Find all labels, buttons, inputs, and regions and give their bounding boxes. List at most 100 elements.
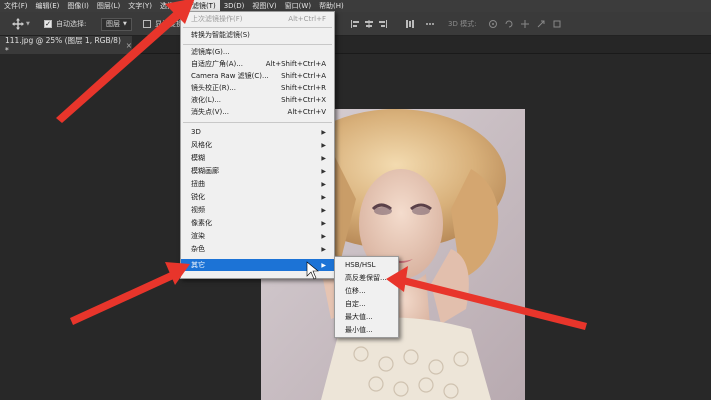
submenu-item-custom[interactable]: 自定... [335, 298, 398, 310]
menu-item-render[interactable]: 渲染 ▶ [181, 230, 334, 242]
document-tab-bar: 111.jpg @ 25% (图层 1, RGB/8) * × [0, 36, 711, 55]
close-icon[interactable]: × [126, 41, 132, 50]
menu-item-blur[interactable]: 模糊 ▶ [181, 152, 334, 164]
auto-select-label: 自动选择: [56, 20, 87, 28]
menu-item-label: 上次滤镜操作(F) [191, 15, 243, 23]
menu-item-blur-gallery[interactable]: 模糊画廊 ▶ [181, 165, 334, 177]
menu-item-label: 模糊画廊 [191, 167, 219, 175]
menu-separator [183, 27, 332, 28]
submenu-item-maximum[interactable]: 最大值... [335, 311, 398, 323]
menu-item-liquify[interactable]: 液化(L)... Shift+Ctrl+X [181, 94, 334, 106]
menu-separator [183, 44, 332, 45]
submenu-item-hsb-hsl[interactable]: HSB/HSL [335, 259, 398, 271]
filter-menu: 上次滤镜操作(F) Alt+Ctrl+F 转换为智能滤镜(S) 滤镜库(G)..… [180, 11, 335, 279]
menu-item-label: 消失点(V)... [191, 108, 229, 116]
menu-edit[interactable]: 编辑(E) [32, 0, 64, 12]
submenu-item-label: 高反差保留... [345, 274, 387, 282]
menu-item-label: 扭曲 [191, 180, 205, 188]
chevron-right-icon: ▶ [321, 245, 326, 253]
menu-bar: 文件(F) 编辑(E) 图像(I) 图层(L) 文字(Y) 选择(S) 滤镜(T… [0, 0, 711, 12]
more-options-icon[interactable] [425, 19, 435, 29]
menu-item-label: 滤镜库(G)... [191, 48, 230, 56]
menu-item-shortcut: Alt+Ctrl+F [288, 15, 326, 23]
align-right-icon[interactable] [378, 19, 388, 29]
menu-item-label: 3D [191, 128, 201, 136]
tab-document[interactable]: 111.jpg @ 25% (图层 1, RGB/8) * × [0, 36, 132, 55]
menu-item-label: 视频 [191, 206, 205, 214]
menu-item-shortcut: Alt+Shift+Ctrl+A [265, 60, 326, 68]
chevron-right-icon: ▶ [321, 128, 326, 136]
menu-item-label: 液化(L)... [191, 96, 222, 104]
menu-item-lens-correction[interactable]: 镜头校正(R)... Shift+Ctrl+R [181, 82, 334, 94]
document-tab-title: 111.jpg @ 25% (图层 1, RGB/8) * [5, 36, 121, 55]
chevron-right-icon: ▶ [321, 154, 326, 162]
chevron-right-icon: ▶ [321, 261, 326, 269]
chevron-right-icon: ▶ [321, 206, 326, 214]
menu-item-label: 镜头校正(R)... [191, 84, 237, 92]
menu-item-camera-raw[interactable]: Camera Raw 滤镜(C)... Shift+Ctrl+A [181, 70, 334, 82]
menu-item-adaptive-wide-angle[interactable]: 自适应广角(A)... Alt+Shift+Ctrl+A [181, 58, 334, 70]
menu-item-sharpen[interactable]: 锐化 ▶ [181, 191, 334, 203]
chevron-down-icon: ▼ [123, 21, 127, 27]
menu-item-shortcut: Shift+Ctrl+R [281, 84, 326, 92]
mode-3d-label: 3D 模式: [448, 20, 477, 28]
menu-item-label: 像素化 [191, 219, 212, 227]
menu-item-label: 其它 [191, 261, 205, 269]
show-transform-checkbox[interactable] [143, 20, 151, 28]
submenu-item-label: 位移... [345, 287, 366, 295]
menu-item-label: 转换为智能滤镜(S) [191, 31, 250, 39]
distribute-icon[interactable] [405, 19, 415, 29]
chevron-right-icon: ▶ [321, 180, 326, 188]
auto-select-dropdown-value: 图层 [106, 20, 120, 28]
submenu-item-label: 最小值... [345, 326, 373, 334]
menu-item-shortcut: Shift+Ctrl+A [281, 72, 326, 80]
chevron-right-icon: ▶ [321, 141, 326, 149]
menu-item-filter-gallery[interactable]: 滤镜库(G)... [181, 46, 334, 58]
menu-file[interactable]: 文件(F) [0, 0, 32, 12]
3d-slide-icon[interactable] [536, 19, 546, 29]
menu-image[interactable]: 图像(I) [63, 0, 93, 12]
menu-item-noise[interactable]: 杂色 ▶ [181, 243, 334, 255]
submenu-item-label: 自定... [345, 300, 366, 308]
move-tool-icon[interactable]: ▼ [12, 12, 30, 36]
menu-item-label: 渲染 [191, 232, 205, 240]
3d-roll-icon[interactable] [504, 19, 514, 29]
menu-item-stylize[interactable]: 风格化 ▶ [181, 139, 334, 151]
menu-item-distort[interactable]: 扭曲 ▶ [181, 178, 334, 190]
menu-layer[interactable]: 图层(L) [93, 0, 124, 12]
menu-item-vanishing-point[interactable]: 消失点(V)... Alt+Ctrl+V [181, 106, 334, 118]
menu-item-shortcut: Shift+Ctrl+X [281, 96, 326, 104]
align-center-icon[interactable] [364, 19, 374, 29]
auto-select-checkbox[interactable]: ✓ [44, 20, 52, 28]
menu-item-convert-smart-filter[interactable]: 转换为智能滤镜(S) [181, 29, 334, 41]
menu-item-3d[interactable]: 3D ▶ [181, 126, 334, 138]
chevron-right-icon: ▶ [321, 167, 326, 175]
menu-item-label: 模糊 [191, 154, 205, 162]
submenu-item-minimum[interactable]: 最小值... [335, 324, 398, 336]
submenu-item-label: 最大值... [345, 313, 373, 321]
chevron-right-icon: ▶ [321, 219, 326, 227]
chevron-right-icon: ▶ [321, 193, 326, 201]
menu-item-label: 锐化 [191, 193, 205, 201]
menu-item-label: 杂色 [191, 245, 205, 253]
submenu-item-high-pass[interactable]: 高反差保留... [335, 272, 398, 284]
3d-scale-icon[interactable] [552, 19, 562, 29]
align-left-icon[interactable] [350, 19, 360, 29]
menu-item-shortcut: Alt+Ctrl+V [287, 108, 326, 116]
auto-select-dropdown[interactable]: 图层 ▼ [101, 17, 132, 31]
menu-item-video[interactable]: 视频 ▶ [181, 204, 334, 216]
submenu-item-offset[interactable]: 位移... [335, 285, 398, 297]
chevron-right-icon: ▶ [321, 232, 326, 240]
other-submenu: HSB/HSL 高反差保留... 位移... 自定... 最大值... 最小值.… [334, 256, 399, 338]
options-bar: ▼ ✓ 自动选择: 图层 ▼ 显示变换控件 3D 模式: [0, 12, 711, 36]
menu-separator [183, 122, 332, 123]
menu-item-pixelate[interactable]: 像素化 ▶ [181, 217, 334, 229]
3d-pan-icon[interactable] [520, 19, 530, 29]
menu-item-label: Camera Raw 滤镜(C)... [191, 72, 269, 80]
submenu-item-label: HSB/HSL [345, 261, 376, 269]
3d-orbit-icon[interactable] [488, 19, 498, 29]
menu-item-other[interactable]: 其它 ▶ [181, 259, 334, 271]
menu-item-last-filter[interactable]: 上次滤镜操作(F) Alt+Ctrl+F [181, 13, 334, 25]
menu-type[interactable]: 文字(Y) [124, 0, 156, 12]
menu-item-label: 风格化 [191, 141, 212, 149]
